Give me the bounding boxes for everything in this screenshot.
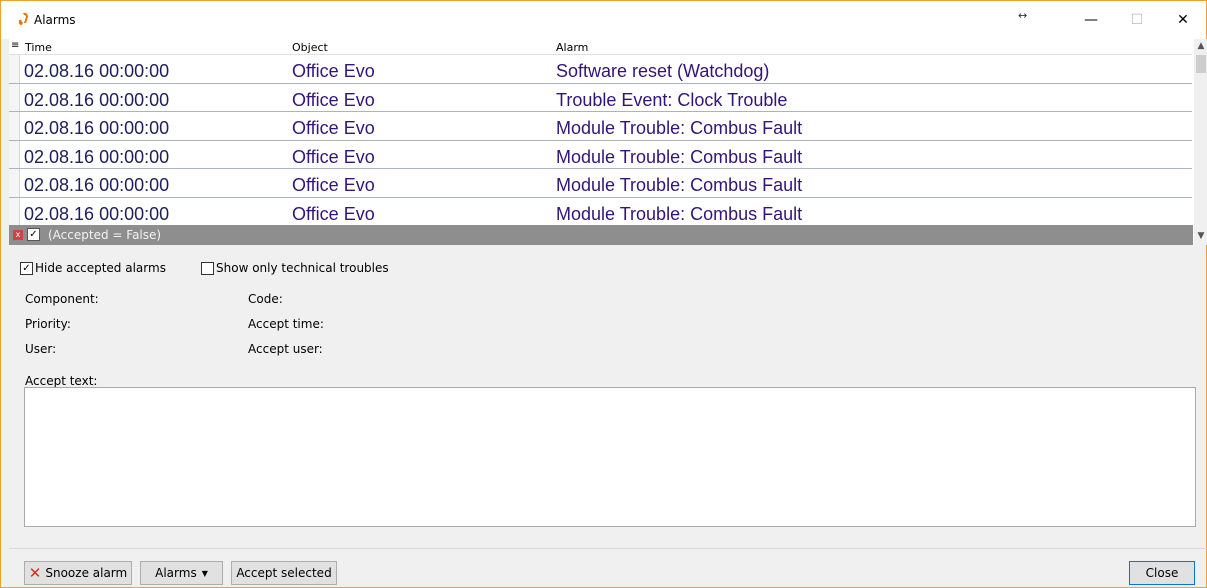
scroll-thumb[interactable] xyxy=(1196,55,1206,73)
time-cell: 02.08.16 00:00:00 xyxy=(24,146,170,167)
accept-text-label: Accept text: xyxy=(25,374,98,388)
filter-text[interactable]: (Accepted = False) xyxy=(48,228,161,242)
row-selector[interactable] xyxy=(9,140,20,168)
hide-accepted-checkbox[interactable]: ✓ Hide accepted alarms xyxy=(20,261,166,275)
filter-bar: x ✓ (Accepted = False) xyxy=(9,225,1193,245)
app-logo-icon xyxy=(18,12,28,25)
priority-label: Priority: xyxy=(25,317,71,331)
table-row[interactable]: 02.08.16 00:00:00 Office Evo Module Trou… xyxy=(9,140,1192,169)
accept-time-label: Accept time: xyxy=(248,317,324,331)
time-cell: 02.08.16 00:00:00 xyxy=(24,61,170,81)
footer-separator xyxy=(9,548,1207,549)
alarms-dropdown-button[interactable]: Alarms ▼ xyxy=(140,561,223,585)
alarm-cell: Module Trouble: Combus Fault xyxy=(556,175,803,195)
column-header-time[interactable]: Time xyxy=(25,41,52,54)
alarm-cell: Module Trouble: Combus Fault xyxy=(556,118,803,138)
resize-icon[interactable]: ↔ xyxy=(1018,9,1027,22)
time-cell: 02.08.16 00:00:00 xyxy=(24,175,170,195)
column-header-object[interactable]: Object xyxy=(292,41,328,54)
row-selector[interactable] xyxy=(9,55,20,83)
row-selector[interactable] xyxy=(9,169,20,197)
alarm-cell: Module Trouble: Combus Fault xyxy=(556,146,803,167)
table-row[interactable]: 02.08.16 00:00:00 Office Evo Module Trou… xyxy=(9,169,1192,198)
row-selector[interactable] xyxy=(9,112,20,140)
snooze-button-label: Snooze alarm xyxy=(45,566,128,580)
time-cell: 02.08.16 00:00:00 xyxy=(24,89,170,110)
accept-user-label: Accept user: xyxy=(248,342,323,356)
row-selector[interactable] xyxy=(9,83,20,111)
title-bar: Alarms ↔ — ☐ ✕ xyxy=(1,1,1206,39)
technical-only-checkbox[interactable]: Show only technical troubles xyxy=(201,261,389,275)
alarm-cell: Software reset (Watchdog) xyxy=(556,61,770,81)
dropdown-arrow-icon: ▼ xyxy=(201,568,208,578)
accept-selected-button[interactable]: Accept selected xyxy=(231,561,337,585)
close-window-button[interactable]: ✕ xyxy=(1160,1,1206,39)
row-selector[interactable] xyxy=(9,197,20,225)
table-row[interactable]: 02.08.16 00:00:00 Office Evo Trouble Eve… xyxy=(9,83,1192,112)
vertical-scrollbar[interactable]: ▲ ▼ xyxy=(1194,39,1207,245)
alarms-window: Alarms ↔ — ☐ ✕ ≡ Time Object Alarm 02.08… xyxy=(0,0,1207,588)
technical-only-label: Show only technical troubles xyxy=(216,261,389,275)
object-cell: Office Evo xyxy=(292,118,375,138)
maximize-button[interactable]: ☐ xyxy=(1114,1,1160,39)
time-cell: 02.08.16 00:00:00 xyxy=(24,203,170,224)
component-label: Component: xyxy=(25,292,99,306)
minimize-button[interactable]: — xyxy=(1068,1,1114,39)
accept-button-label: Accept selected xyxy=(236,566,332,580)
object-cell: Office Evo xyxy=(292,61,375,81)
code-label: Code: xyxy=(248,292,283,306)
alarms-grid[interactable]: ≡ Time Object Alarm 02.08.16 00:00:00 Of… xyxy=(9,39,1207,245)
checkbox-checked-icon[interactable]: ✓ xyxy=(20,261,33,275)
snooze-alarm-button[interactable]: ✕ Snooze alarm xyxy=(24,561,132,585)
checkbox-unchecked-icon[interactable] xyxy=(201,261,214,275)
table-row[interactable]: 02.08.16 00:00:00 Office Evo Module Trou… xyxy=(9,112,1192,141)
time-cell: 02.08.16 00:00:00 xyxy=(24,118,170,138)
object-cell: Office Evo xyxy=(292,146,375,167)
table-row[interactable]: 02.08.16 00:00:00 Office Evo Module Trou… xyxy=(9,197,1192,226)
scroll-up-icon[interactable]: ▲ xyxy=(1194,39,1207,53)
object-cell: Office Evo xyxy=(292,175,375,195)
filter-enable-checkbox[interactable]: ✓ xyxy=(27,228,40,241)
table-row[interactable]: 02.08.16 00:00:00 Office Evo Software re… xyxy=(9,55,1192,84)
object-cell: Office Evo xyxy=(292,203,375,224)
column-chooser-icon[interactable]: ≡ xyxy=(11,40,19,51)
alarm-cell: Trouble Event: Clock Trouble xyxy=(556,89,788,110)
accept-text-field[interactable] xyxy=(24,387,1196,527)
hide-accepted-label: Hide accepted alarms xyxy=(35,261,166,275)
window-title: Alarms xyxy=(34,13,76,27)
clear-filter-icon[interactable]: x xyxy=(13,230,23,240)
close-button[interactable]: Close xyxy=(1129,561,1195,585)
column-header-alarm[interactable]: Alarm xyxy=(556,41,588,54)
user-label: User: xyxy=(25,342,57,356)
scroll-down-icon[interactable]: ▼ xyxy=(1194,229,1207,243)
alarm-cell: Module Trouble: Combus Fault xyxy=(556,203,803,224)
grid-header: ≡ Time Object Alarm xyxy=(9,39,1192,55)
alarms-button-label: Alarms xyxy=(155,566,197,580)
close-button-label: Close xyxy=(1145,566,1179,580)
object-cell: Office Evo xyxy=(292,89,375,110)
snooze-x-icon: ✕ xyxy=(28,564,42,582)
grid-rows: 02.08.16 00:00:00 Office Evo Software re… xyxy=(9,55,1192,226)
